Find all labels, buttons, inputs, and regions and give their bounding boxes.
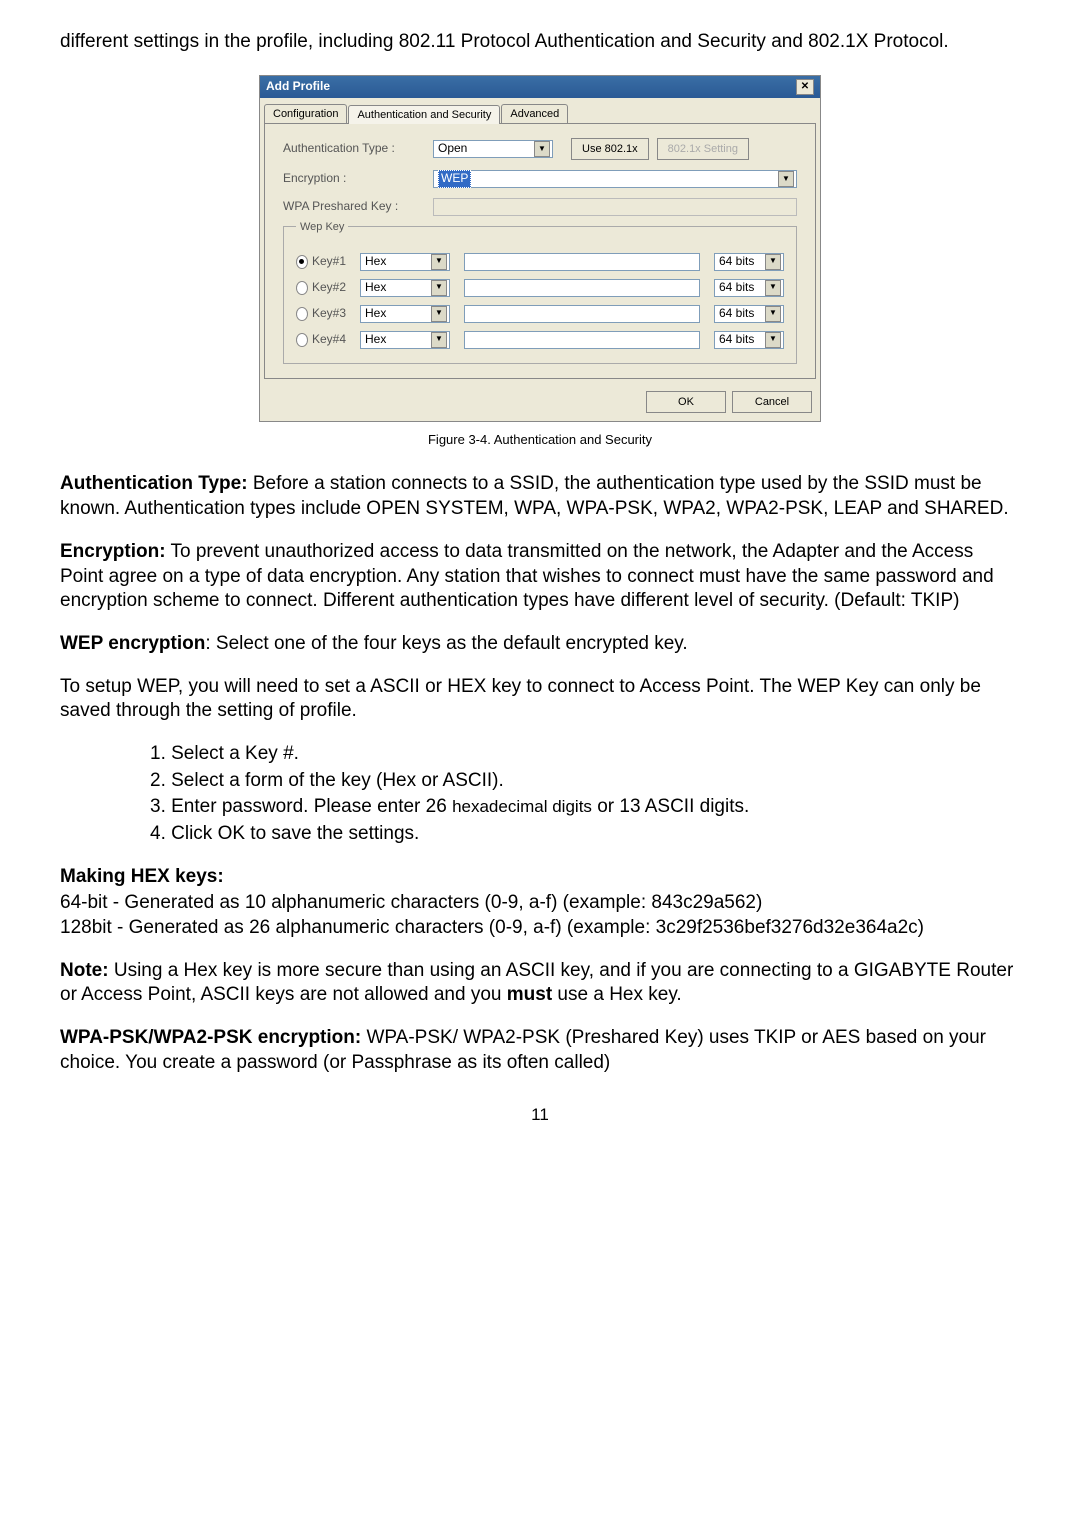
hex-128bit: 128bit - Generated as 26 alphanumeric ch… [60,916,1020,941]
tab-configuration[interactable]: Configuration [264,104,347,123]
key-row-1: Key#1 Hex▼ 64 bits▼ [296,253,784,271]
auth-type-value: Open [438,141,467,157]
encryption-heading: Encryption: [60,541,166,562]
dialog-title: Add Profile [266,79,330,95]
chevron-down-icon: ▼ [765,332,781,348]
note-heading: Note: [60,960,109,981]
encryption-label: Encryption : [283,171,433,187]
chevron-down-icon: ▼ [431,306,447,322]
tab-row: Configuration Authentication and Securit… [260,98,820,123]
note-paragraph: Note: Using a Hex key is more secure tha… [60,959,1020,1008]
ok-button[interactable]: OK [646,391,726,413]
key2-radio[interactable] [296,281,308,295]
key4-bits-select[interactable]: 64 bits▼ [714,331,784,349]
chevron-down-icon: ▼ [431,280,447,296]
page-number: 11 [60,1104,1020,1126]
tab-pane: Authentication Type : Open ▼ Use 802.1x … [264,123,816,379]
key2-bits-select[interactable]: 64 bits▼ [714,279,784,297]
close-icon[interactable]: ✕ [796,79,814,95]
tab-auth-security[interactable]: Authentication and Security [348,105,500,124]
chevron-down-icon: ▼ [765,280,781,296]
key1-input[interactable] [464,253,700,271]
step-2: 2. Select a form of the key (Hex or ASCI… [150,769,1020,794]
chevron-down-icon: ▼ [534,141,550,157]
steps-list: 1. Select a Key #. 2. Select a form of t… [150,742,1020,847]
figure-caption: Figure 3-4. Authentication and Security [60,432,1020,449]
chevron-down-icon: ▼ [778,171,794,187]
wep-heading: WEP encryption [60,633,205,654]
key2-input[interactable] [464,279,700,297]
tab-advanced[interactable]: Advanced [501,104,568,123]
wpa-psk-label: WPA Preshared Key : [283,199,433,215]
wpapsk-paragraph: WPA-PSK/WPA2-PSK encryption: WPA-PSK/ WP… [60,1026,1020,1075]
para-encryption: Encryption: To prevent unauthorized acce… [60,540,1020,614]
hex-64bit: 64-bit - Generated as 10 alphanumeric ch… [60,891,1020,916]
dialog-buttons: OK Cancel [260,383,820,421]
add-profile-dialog: Add Profile ✕ Configuration Authenticati… [259,75,821,422]
intro-text: different settings in the profile, inclu… [60,30,1020,55]
key-row-4: Key#4 Hex▼ 64 bits▼ [296,331,784,349]
key4-label: Key#4 [312,332,346,348]
wep-body: : Select one of the four keys as the def… [205,633,687,654]
encryption-body: To prevent unauthorized access to data t… [60,541,994,611]
key4-input[interactable] [464,331,700,349]
chevron-down-icon: ▼ [765,254,781,270]
wep-key-legend: Wep Key [296,220,348,234]
hex-keys-heading: Making HEX keys: [60,865,1020,890]
wpapsk-heading: WPA-PSK/WPA2-PSK encryption: [60,1027,361,1048]
para-auth-type: Authentication Type: Before a station co… [60,472,1020,521]
8021x-setting-button: 802.1x Setting [657,138,749,160]
key4-format-select[interactable]: Hex▼ [360,331,450,349]
step-3: 3. Enter password. Please enter 26 hexad… [150,795,1020,820]
key1-radio[interactable] [296,255,308,269]
chevron-down-icon: ▼ [765,306,781,322]
para-wep-enc: WEP encryption: Select one of the four k… [60,632,1020,657]
auth-type-heading: Authentication Type: [60,473,248,494]
use-8021x-button[interactable]: Use 802.1x [571,138,649,160]
key4-radio[interactable] [296,333,308,347]
wpa-psk-input [433,198,797,216]
key2-label: Key#2 [312,280,346,296]
key3-label: Key#3 [312,306,346,322]
auth-type-select[interactable]: Open ▼ [433,140,553,158]
dialog-titlebar: Add Profile ✕ [260,76,820,98]
key3-format-select[interactable]: Hex▼ [360,305,450,323]
chevron-down-icon: ▼ [431,254,447,270]
key3-radio[interactable] [296,307,308,321]
encryption-value: WEP [438,170,471,188]
step-4: 4. Click OK to save the settings. [150,822,1020,847]
key1-format-select[interactable]: Hex▼ [360,253,450,271]
auth-type-label: Authentication Type : [283,141,433,157]
encryption-select[interactable]: WEP ▼ [433,170,797,188]
para-setup-wep: To setup WEP, you will need to set a ASC… [60,675,1020,724]
key3-bits-select[interactable]: 64 bits▼ [714,305,784,323]
step-1: 1. Select a Key #. [150,742,1020,767]
chevron-down-icon: ▼ [431,332,447,348]
key3-input[interactable] [464,305,700,323]
key-row-2: Key#2 Hex▼ 64 bits▼ [296,279,784,297]
key-row-3: Key#3 Hex▼ 64 bits▼ [296,305,784,323]
key1-bits-select[interactable]: 64 bits▼ [714,253,784,271]
key2-format-select[interactable]: Hex▼ [360,279,450,297]
wep-key-group: Wep Key Key#1 Hex▼ 64 bits▼ Key#2 [283,226,797,364]
cancel-button[interactable]: Cancel [732,391,812,413]
key1-label: Key#1 [312,254,346,270]
